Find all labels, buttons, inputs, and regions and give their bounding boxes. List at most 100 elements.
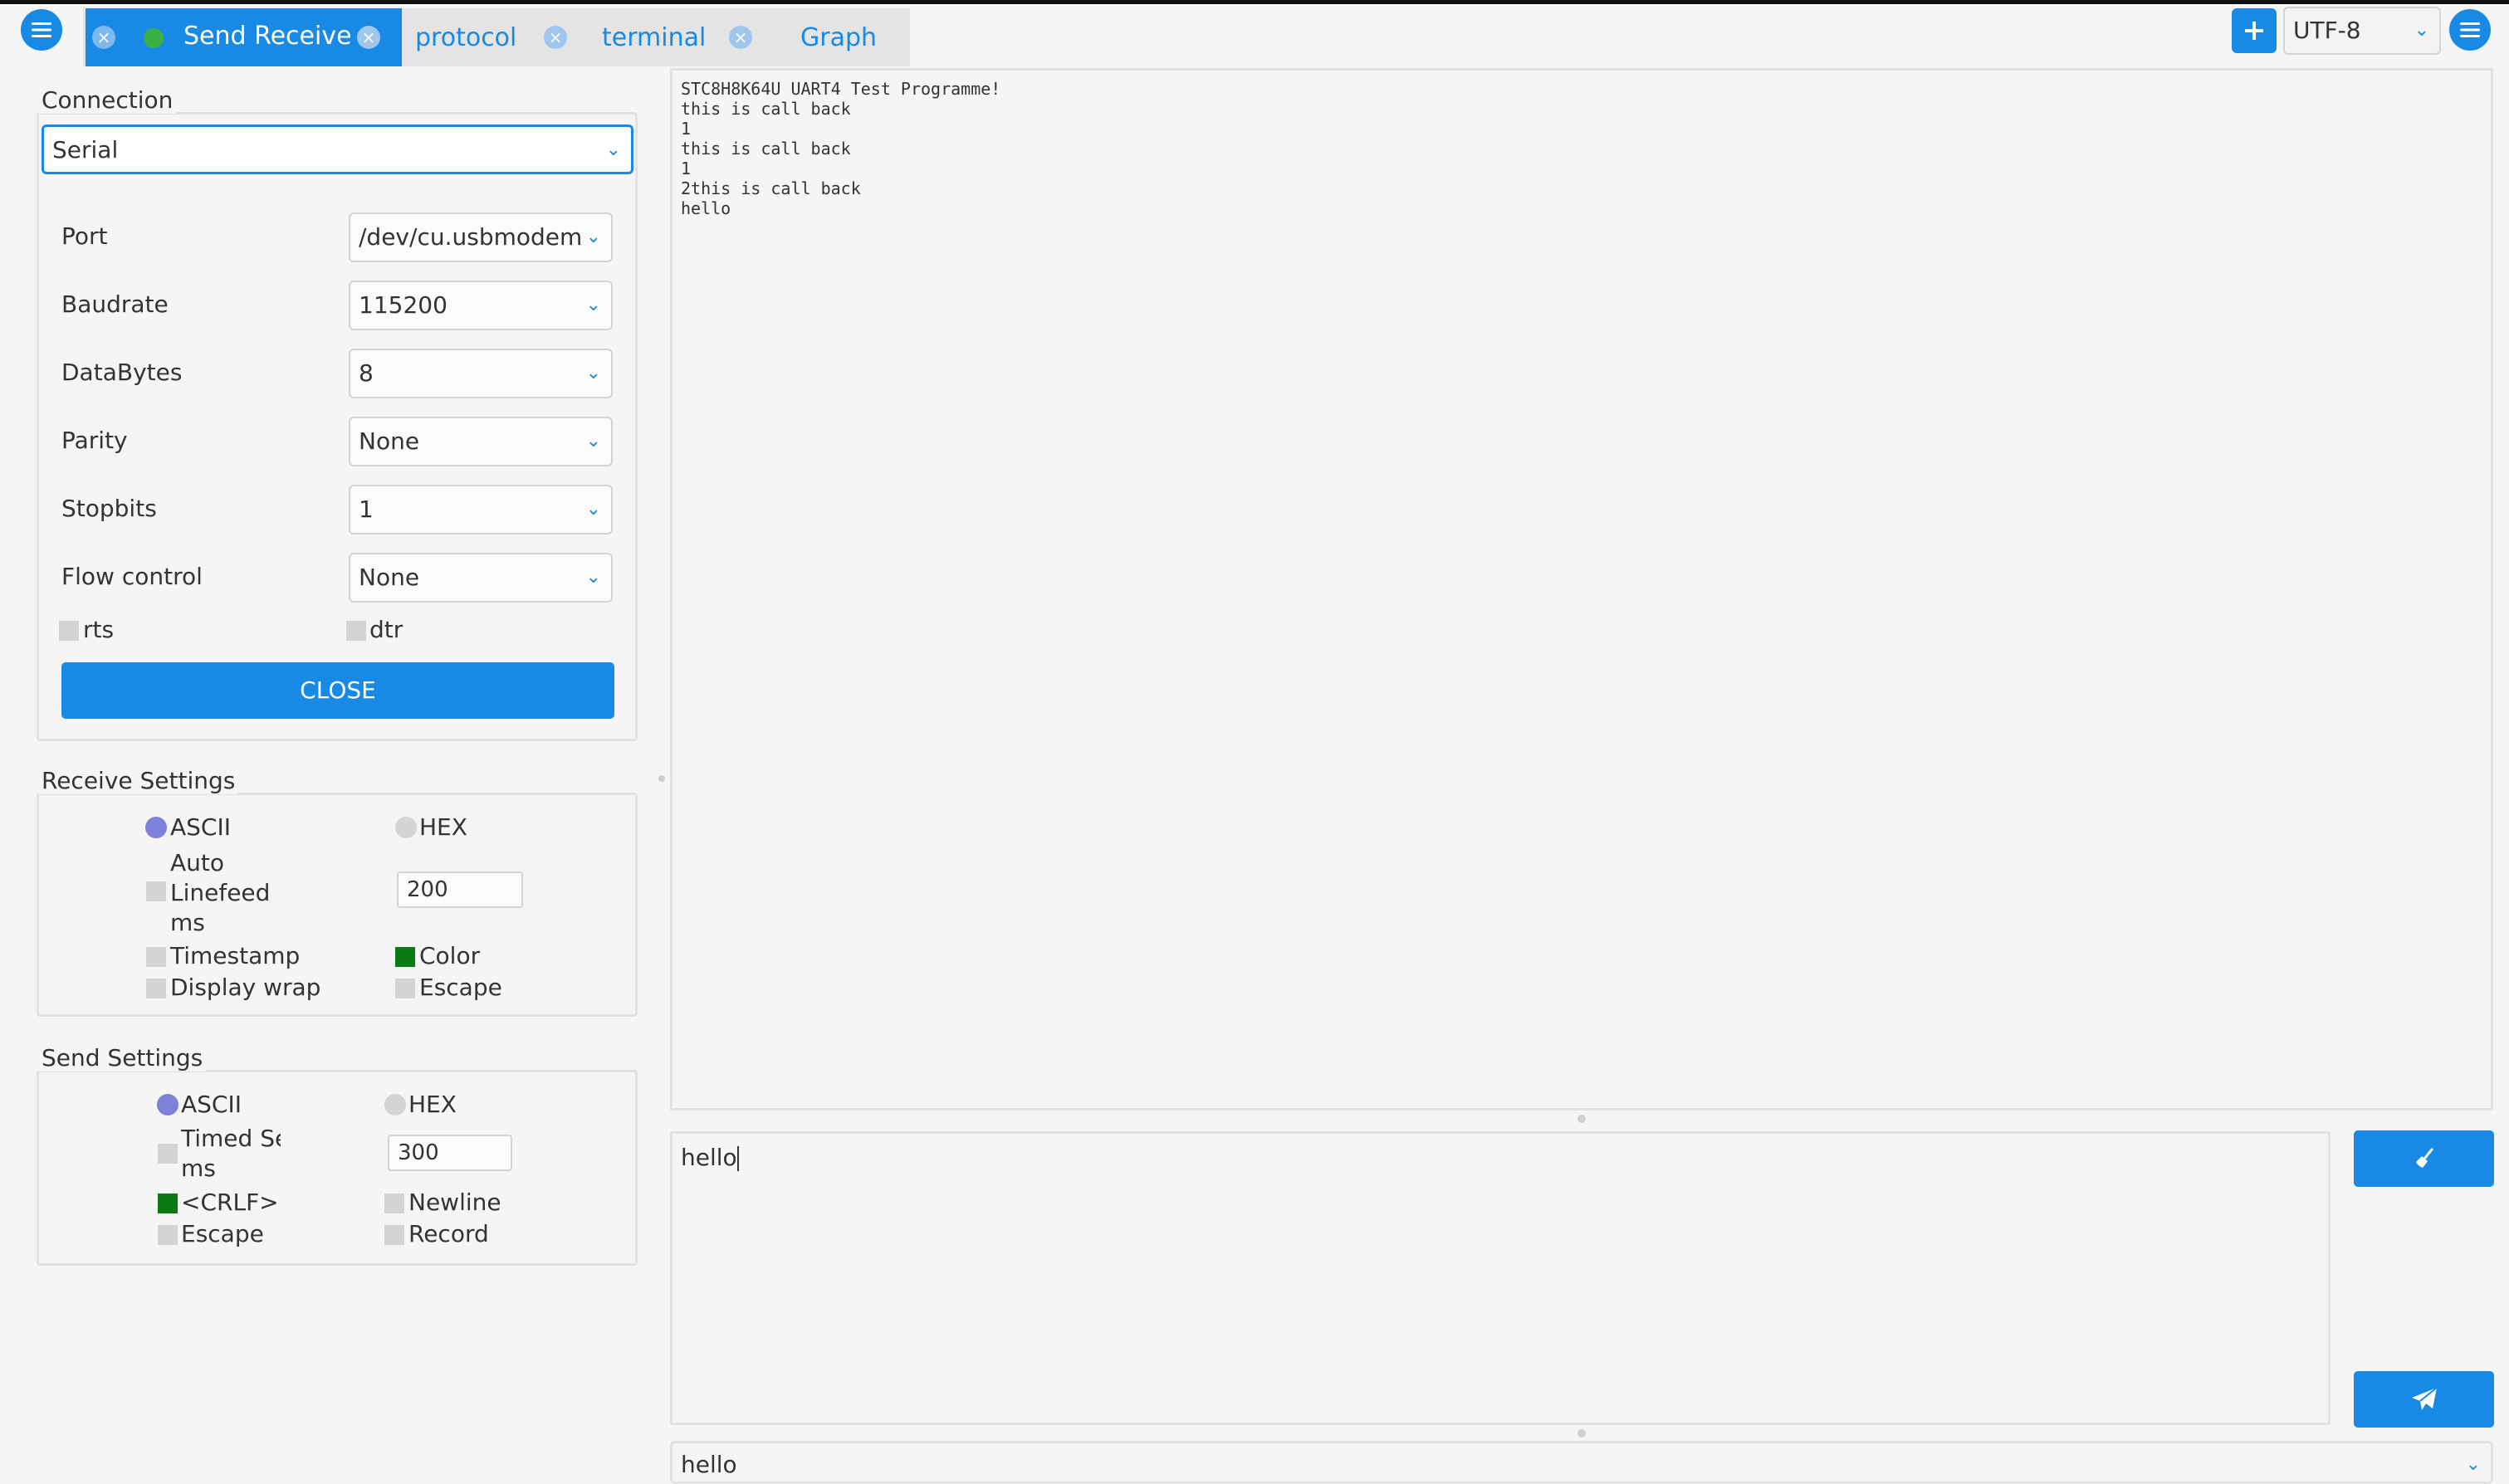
right-menu-button[interactable] bbox=[2449, 9, 2491, 51]
output-line: STC8H8K64U UART4 Test Programme! bbox=[681, 79, 1001, 99]
auto-linefeed-label-line: Auto bbox=[170, 849, 225, 876]
chevron-down-icon: ⌄ bbox=[585, 295, 601, 315]
record-checkbox[interactable] bbox=[384, 1225, 404, 1245]
auto-linefeed-checkbox[interactable] bbox=[146, 881, 166, 901]
parity-label: Parity bbox=[61, 427, 128, 454]
send-hex-label: HEX bbox=[408, 1091, 457, 1118]
receive-settings-panel bbox=[37, 793, 638, 1017]
parity-select[interactable]: None ⌄ bbox=[349, 417, 613, 466]
send-input-area[interactable]: hello bbox=[670, 1131, 2330, 1425]
close-icon[interactable]: × bbox=[729, 26, 752, 49]
receive-settings-legend: Receive Settings bbox=[38, 767, 239, 794]
tab-label: protocol bbox=[415, 23, 517, 52]
flow-control-label: Flow control bbox=[61, 563, 203, 590]
chevron-down-icon: ⌄ bbox=[605, 139, 621, 160]
port-select[interactable]: /dev/cu.usbmodem8 ⌄ bbox=[349, 212, 613, 262]
display-wrap-checkbox[interactable] bbox=[146, 979, 166, 998]
receive-hex-label: HEX bbox=[419, 813, 467, 841]
timed-send-checkbox[interactable] bbox=[158, 1144, 178, 1164]
timed-send-label-line: ms bbox=[181, 1154, 216, 1182]
tab-label: terminal bbox=[602, 23, 707, 52]
newline-checkbox[interactable] bbox=[384, 1194, 404, 1213]
timestamp-label: Timestamp bbox=[170, 942, 301, 969]
clear-button[interactable] bbox=[2354, 1130, 2494, 1187]
close-icon[interactable]: × bbox=[92, 26, 115, 49]
chevron-down-icon: ⌄ bbox=[2414, 20, 2429, 41]
parity-value: None bbox=[359, 427, 420, 455]
newline-label: Newline bbox=[408, 1189, 501, 1216]
connection-status-icon bbox=[144, 28, 164, 48]
rts-checkbox[interactable] bbox=[59, 621, 79, 641]
flow-control-select[interactable]: None ⌄ bbox=[349, 553, 613, 603]
close-icon[interactable]: × bbox=[544, 26, 567, 49]
connection-legend: Connection bbox=[38, 86, 177, 114]
receive-ascii-radio[interactable] bbox=[145, 817, 167, 838]
color-label: Color bbox=[419, 942, 481, 969]
send-escape-label: Escape bbox=[181, 1220, 264, 1247]
horizontal-splitter-handle[interactable] bbox=[1577, 1429, 1586, 1438]
output-line: 2this is call back bbox=[681, 178, 861, 198]
dtr-label: dtr bbox=[369, 616, 403, 643]
add-tab-button[interactable] bbox=[2232, 8, 2277, 53]
record-label: Record bbox=[408, 1220, 489, 1247]
chevron-down-icon: ⌄ bbox=[2465, 1454, 2481, 1475]
databytes-select[interactable]: 8 ⌄ bbox=[349, 349, 613, 398]
dtr-checkbox[interactable] bbox=[346, 621, 366, 641]
databytes-label: DataBytes bbox=[61, 359, 183, 386]
chevron-down-icon: ⌄ bbox=[585, 363, 601, 383]
crlf-checkbox[interactable] bbox=[158, 1194, 178, 1213]
send-escape-checkbox[interactable] bbox=[158, 1225, 178, 1245]
receive-escape-label: Escape bbox=[419, 974, 502, 1001]
send-history-select[interactable]: hello ⌄ bbox=[670, 1441, 2493, 1484]
baudrate-label: Baudrate bbox=[61, 290, 169, 318]
chevron-down-icon: ⌄ bbox=[580, 214, 601, 261]
chevron-down-icon: ⌄ bbox=[585, 431, 601, 452]
hamburger-icon bbox=[32, 22, 51, 37]
auto-linefeed-label-line: Linefeed bbox=[170, 879, 271, 906]
encoding-select[interactable]: UTF-8 ⌄ bbox=[2283, 7, 2441, 55]
color-checkbox[interactable] bbox=[395, 947, 415, 967]
receive-hex-radio[interactable] bbox=[395, 817, 417, 838]
close-icon[interactable]: × bbox=[357, 26, 380, 49]
linefeed-ms-input[interactable]: 200 bbox=[397, 871, 523, 908]
send-ascii-radio[interactable] bbox=[157, 1094, 179, 1115]
close-connection-button[interactable]: CLOSE bbox=[61, 662, 614, 719]
tab-label: Graph bbox=[800, 23, 878, 52]
tab-terminal[interactable]: × terminal bbox=[544, 8, 722, 66]
timed-send-label-line: Timed Ser bbox=[181, 1125, 281, 1152]
timestamp-checkbox[interactable] bbox=[146, 947, 166, 967]
receive-escape-checkbox[interactable] bbox=[395, 979, 415, 998]
databytes-value: 8 bbox=[359, 359, 374, 387]
output-line: this is call back bbox=[681, 99, 851, 119]
vertical-splitter-handle[interactable] bbox=[658, 775, 665, 782]
send-hex-radio[interactable] bbox=[384, 1094, 406, 1115]
baudrate-select[interactable]: 115200 ⌄ bbox=[349, 281, 613, 330]
output-line: this is call back bbox=[681, 139, 851, 159]
output-line: 1 bbox=[681, 159, 692, 178]
send-settings-panel bbox=[37, 1070, 638, 1266]
flow-control-value: None bbox=[359, 564, 420, 591]
port-value: /dev/cu.usbmodem8 bbox=[359, 223, 598, 251]
chevron-down-icon: ⌄ bbox=[585, 567, 601, 588]
chevron-down-icon: ⌄ bbox=[585, 499, 601, 520]
tab-graph[interactable]: × Graph bbox=[729, 8, 907, 66]
left-menu-button[interactable] bbox=[21, 9, 62, 51]
display-wrap-label: Display wrap bbox=[170, 974, 321, 1001]
port-label: Port bbox=[61, 222, 108, 250]
send-ascii-label: ASCII bbox=[181, 1091, 242, 1118]
stopbits-value: 1 bbox=[359, 495, 374, 523]
stopbits-select[interactable]: 1 ⌄ bbox=[349, 485, 613, 535]
timed-send-ms-input[interactable]: 300 bbox=[388, 1135, 512, 1171]
connection-type-select[interactable]: Serial ⌄ bbox=[42, 124, 633, 174]
auto-linefeed-label-line: ms bbox=[170, 909, 205, 936]
connection-type-value: Serial bbox=[52, 136, 119, 164]
receive-output-area[interactable]: STC8H8K64U UART4 Test Programme! this is… bbox=[670, 68, 2493, 1111]
auto-linefeed-label: Auto Linefeed ms bbox=[170, 848, 270, 938]
output-line: hello bbox=[681, 198, 731, 218]
send-button[interactable] bbox=[2354, 1371, 2494, 1428]
tab-protocol[interactable]: × protocol bbox=[357, 8, 536, 66]
window-top-border bbox=[0, 0, 2509, 4]
tab-send-receive[interactable]: × Send Receive bbox=[86, 8, 402, 66]
horizontal-splitter-handle[interactable] bbox=[1577, 1115, 1586, 1123]
broom-icon bbox=[2415, 1148, 2433, 1168]
